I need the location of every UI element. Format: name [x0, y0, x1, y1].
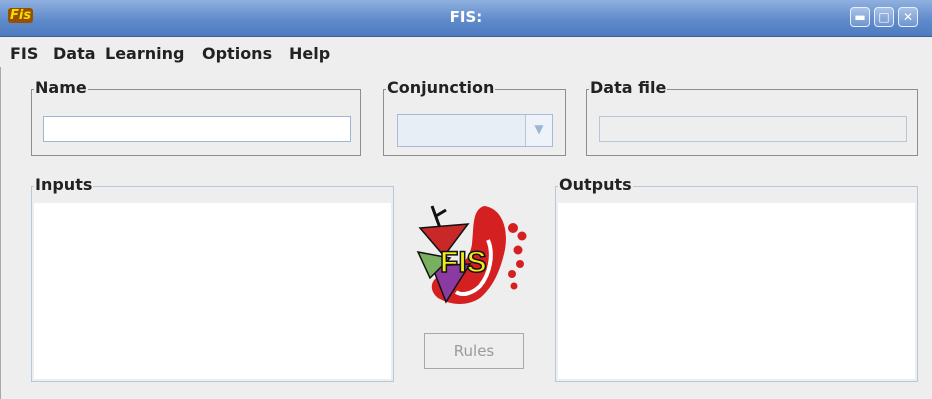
menu-options[interactable]: Options	[202, 44, 272, 63]
inputs-group: Inputs	[31, 175, 394, 382]
inputs-list[interactable]	[34, 203, 391, 379]
fis-logo: FIS	[410, 200, 536, 312]
maximize-button[interactable]: □	[874, 7, 894, 27]
close-button[interactable]: ✕	[898, 7, 918, 27]
rules-button[interactable]: Rules	[424, 333, 524, 369]
menu-bar: FIS Data Learning Options Help	[0, 37, 932, 67]
outputs-label: Outputs	[558, 175, 633, 194]
logo-text: FIS	[440, 246, 487, 279]
menu-data[interactable]: Data	[53, 44, 96, 63]
title-bar[interactable]: Fis FIS: ▬ □ ✕	[0, 0, 932, 37]
outputs-group: Outputs	[555, 175, 918, 382]
name-label: Name	[34, 78, 88, 97]
conjunction-dropdown-button[interactable]: ▼	[525, 115, 552, 146]
data-file-label: Data file	[589, 78, 668, 97]
minimize-icon: ▬	[854, 10, 866, 24]
maximize-icon: □	[878, 10, 890, 24]
inputs-label: Inputs	[34, 175, 94, 194]
minimize-button[interactable]: ▬	[850, 7, 870, 27]
window-left-border	[0, 67, 1, 399]
close-icon: ✕	[902, 10, 914, 24]
name-field[interactable]	[43, 116, 351, 142]
menu-learning[interactable]: Learning	[105, 44, 184, 63]
window-title: FIS:	[449, 8, 483, 26]
menu-help[interactable]: Help	[289, 44, 330, 63]
conjunction-group: Conjunction ▼	[383, 78, 566, 156]
data-file-field[interactable]	[599, 116, 907, 142]
conjunction-label: Conjunction	[386, 78, 496, 97]
name-group: Name	[31, 78, 361, 156]
outputs-list[interactable]	[558, 203, 915, 379]
conjunction-select[interactable]: ▼	[397, 114, 553, 147]
data-file-group: Data file	[586, 78, 918, 156]
chevron-down-icon: ▼	[534, 122, 544, 136]
menu-fis[interactable]: FIS	[10, 44, 38, 63]
